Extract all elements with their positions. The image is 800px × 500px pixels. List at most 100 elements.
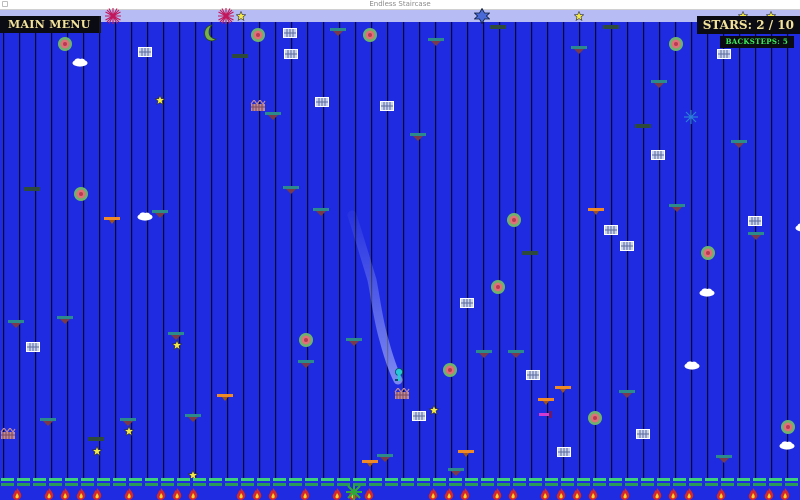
pole <box>675 22 677 478</box>
flower-object <box>588 411 602 425</box>
pole <box>163 22 165 478</box>
ground-tile <box>705 478 718 481</box>
pad-object <box>555 386 571 393</box>
ground-tile <box>145 478 158 481</box>
platform-object <box>748 232 764 240</box>
flower-object <box>781 420 795 434</box>
ground-tile <box>705 483 718 486</box>
pole <box>307 22 309 478</box>
flower-object <box>58 37 72 51</box>
dark-object <box>635 124 651 128</box>
ground-tile <box>369 483 382 486</box>
ground-tile <box>385 478 398 481</box>
pole <box>611 22 613 478</box>
star-object <box>429 405 439 415</box>
basket-object <box>0 428 16 440</box>
ground-tile <box>641 478 654 481</box>
pole <box>179 22 181 478</box>
pad-object <box>104 217 120 224</box>
ground-tile <box>193 483 206 486</box>
platform-object <box>428 38 444 46</box>
platform-object <box>298 360 314 368</box>
ground-tile <box>513 483 526 486</box>
ground-tile <box>673 478 686 481</box>
ground-tile <box>593 483 606 486</box>
basket-object <box>394 388 410 400</box>
ground-tile <box>65 483 78 486</box>
ground-tile <box>17 483 30 486</box>
platform-object <box>8 320 24 328</box>
pole <box>275 22 277 478</box>
pole <box>691 22 693 478</box>
platform-object <box>651 80 667 88</box>
pole <box>499 22 501 478</box>
burst-object <box>105 8 121 24</box>
ground-tile <box>337 478 350 481</box>
cage-object <box>26 342 40 352</box>
ground-tile <box>689 483 702 486</box>
ground-tile <box>641 483 654 486</box>
pole <box>195 22 197 478</box>
ground-tile <box>257 483 270 486</box>
dark-object <box>88 437 104 441</box>
ground-tile <box>593 478 606 481</box>
ground-tile <box>1 483 14 486</box>
ground-tile <box>449 483 462 486</box>
pole <box>19 22 21 478</box>
level-objects <box>0 8 800 500</box>
pad-object <box>362 460 378 467</box>
ground-tile <box>369 478 382 481</box>
ground-tile <box>545 483 558 486</box>
pole <box>419 22 421 478</box>
game-scene <box>0 8 800 500</box>
cage-object <box>315 97 329 107</box>
star-object <box>124 426 134 436</box>
flower-object <box>491 280 505 294</box>
ground-tile <box>225 478 238 481</box>
cloud-object <box>72 58 88 67</box>
ground-tile <box>529 483 542 486</box>
ground-tile <box>177 483 190 486</box>
platform-object <box>330 28 346 36</box>
platform-object <box>57 316 73 324</box>
ground-tile <box>145 483 158 486</box>
ground-tile <box>401 478 414 481</box>
platform-object <box>377 454 393 462</box>
pad-object <box>458 450 474 457</box>
pole <box>147 22 149 478</box>
pole <box>483 22 485 478</box>
flower-object <box>363 28 377 42</box>
main-menu-button[interactable]: MAIN MENU <box>0 16 101 33</box>
ground-tile <box>769 478 782 481</box>
ground-tile <box>97 478 110 481</box>
ground-tile <box>1 478 14 481</box>
basket-object <box>250 100 266 112</box>
star-object <box>574 11 584 21</box>
cage-object <box>283 28 297 38</box>
pole <box>243 22 245 478</box>
ground-tile <box>657 478 670 481</box>
platform-object <box>283 186 299 194</box>
pole <box>387 22 389 478</box>
backsteps-counter: BACKSTEPS: 5 <box>719 36 794 48</box>
pole <box>403 22 405 478</box>
ground-tile <box>753 478 766 481</box>
ground-tile <box>81 478 94 481</box>
ground-tile <box>273 478 286 481</box>
ground-tile <box>81 483 94 486</box>
ground-tile <box>401 483 414 486</box>
ground-tile <box>689 478 702 481</box>
platform-object <box>168 332 184 340</box>
dark-object <box>490 25 506 29</box>
pad-object <box>217 394 233 401</box>
ground-tile <box>609 483 622 486</box>
ground-tile <box>177 478 190 481</box>
pole <box>595 22 597 478</box>
ground-tile <box>305 478 318 481</box>
ground-tile <box>97 483 110 486</box>
ground-tile <box>625 478 638 481</box>
cage-object <box>717 49 731 59</box>
hexstar-object <box>474 8 490 24</box>
ground-tile <box>129 478 142 481</box>
pole <box>371 22 373 478</box>
